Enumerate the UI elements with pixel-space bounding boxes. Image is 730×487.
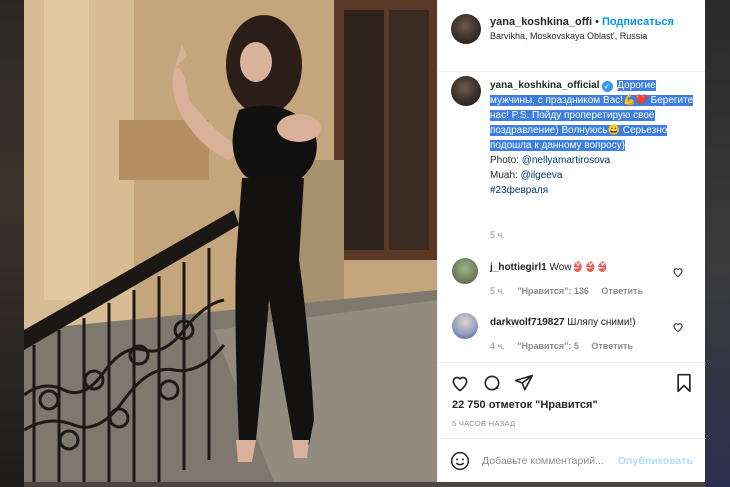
caption-avatar[interactable] (451, 76, 481, 106)
comment-reply-button[interactable]: Ответить (591, 341, 633, 351)
muah-credit-label: Muah: (490, 170, 521, 181)
photo-credit-link[interactable]: @nellyamartirosova (522, 155, 611, 166)
commenter-username[interactable]: darkwolf719827 (490, 317, 565, 328)
heart-icon[interactable] (672, 321, 684, 333)
action-bar (438, 362, 706, 398)
post-time-ago: 5 ЧАСОВ НАЗАД (452, 419, 516, 428)
comment-time: 5 ч. (490, 286, 505, 296)
heart-icon[interactable] (450, 373, 470, 393)
author-username[interactable]: yana_koshkina_offi (490, 16, 592, 28)
muah-credit-link[interactable]: @ilgeeva (521, 170, 563, 181)
bookmark-icon[interactable] (674, 373, 694, 393)
comment-reply-button[interactable]: Ответить (601, 286, 643, 296)
comment-meta: 5 ч. "Нравится": 136 Ответить (490, 286, 653, 296)
emoji-icon[interactable] (450, 451, 470, 471)
backdrop-left-thumbnail[interactable] (0, 0, 24, 487)
location-link[interactable]: Barvikha, Moskovskaya Oblast', Russia (490, 31, 647, 41)
comment-item: j_hottiegirl1 Wow👙👙👙 5 ч. "Нравится": 13… (438, 258, 706, 308)
comment-icon[interactable] (482, 373, 502, 393)
comment-body: Wow👙👙👙 (549, 262, 609, 273)
comment-body: Шляпу сними!) (567, 317, 636, 328)
post-photo[interactable] (24, 0, 437, 482)
add-comment-bar: Добавьте комментарий... Опубликовать (438, 438, 706, 482)
comment-time: 4 ч. (490, 341, 505, 351)
comment-meta: 4 ч. "Нравится": 5 Ответить (490, 341, 643, 351)
author-avatar[interactable] (451, 14, 481, 44)
caption-time: 5 ч. (490, 230, 505, 240)
heart-icon[interactable] (672, 266, 684, 278)
header-row: yana_koshkina_offi • Подписаться (490, 16, 674, 28)
caption-username[interactable]: yana_koshkina_official (490, 80, 600, 91)
post-header: yana_koshkina_offi • Подписаться Barvikha,… (438, 0, 705, 72)
comment-text: darkwolf719827 Шляпу сними!) (490, 317, 636, 328)
follow-button[interactable]: Подписаться (602, 16, 674, 28)
separator-dot: • (595, 16, 599, 28)
comment-likes[interactable]: "Нравится": 5 (517, 341, 579, 351)
comment-likes[interactable]: "Нравится": 136 (517, 286, 589, 296)
comment-input[interactable]: Добавьте комментарий... (482, 455, 604, 467)
photo-credit-label: Photo: (490, 155, 522, 166)
post-side-panel: yana_koshkina_offi • Подписаться Barvikha,… (437, 0, 706, 482)
caption-text: yana_koshkina_official ✓ Дорогие мужчины,… (490, 78, 695, 198)
backdrop-right-thumbnail[interactable] (705, 0, 730, 487)
commenter-avatar[interactable] (452, 313, 478, 339)
commenter-avatar[interactable] (452, 258, 478, 284)
comment-item: darkwolf719827 Шляпу сними!) 4 ч. "Нрави… (438, 313, 706, 363)
share-icon[interactable] (514, 373, 534, 393)
likes-count[interactable]: 22 750 отметок "Нравится" (452, 399, 598, 411)
hashtag-link[interactable]: #23февраля (490, 185, 548, 196)
commenter-username[interactable]: j_hottiegirl1 (490, 262, 547, 273)
post-photo-image (24, 0, 437, 482)
post-comment-button[interactable]: Опубликовать (618, 455, 693, 467)
comment-text: j_hottiegirl1 Wow👙👙👙 (490, 262, 609, 273)
verified-icon: ✓ (601, 81, 613, 92)
